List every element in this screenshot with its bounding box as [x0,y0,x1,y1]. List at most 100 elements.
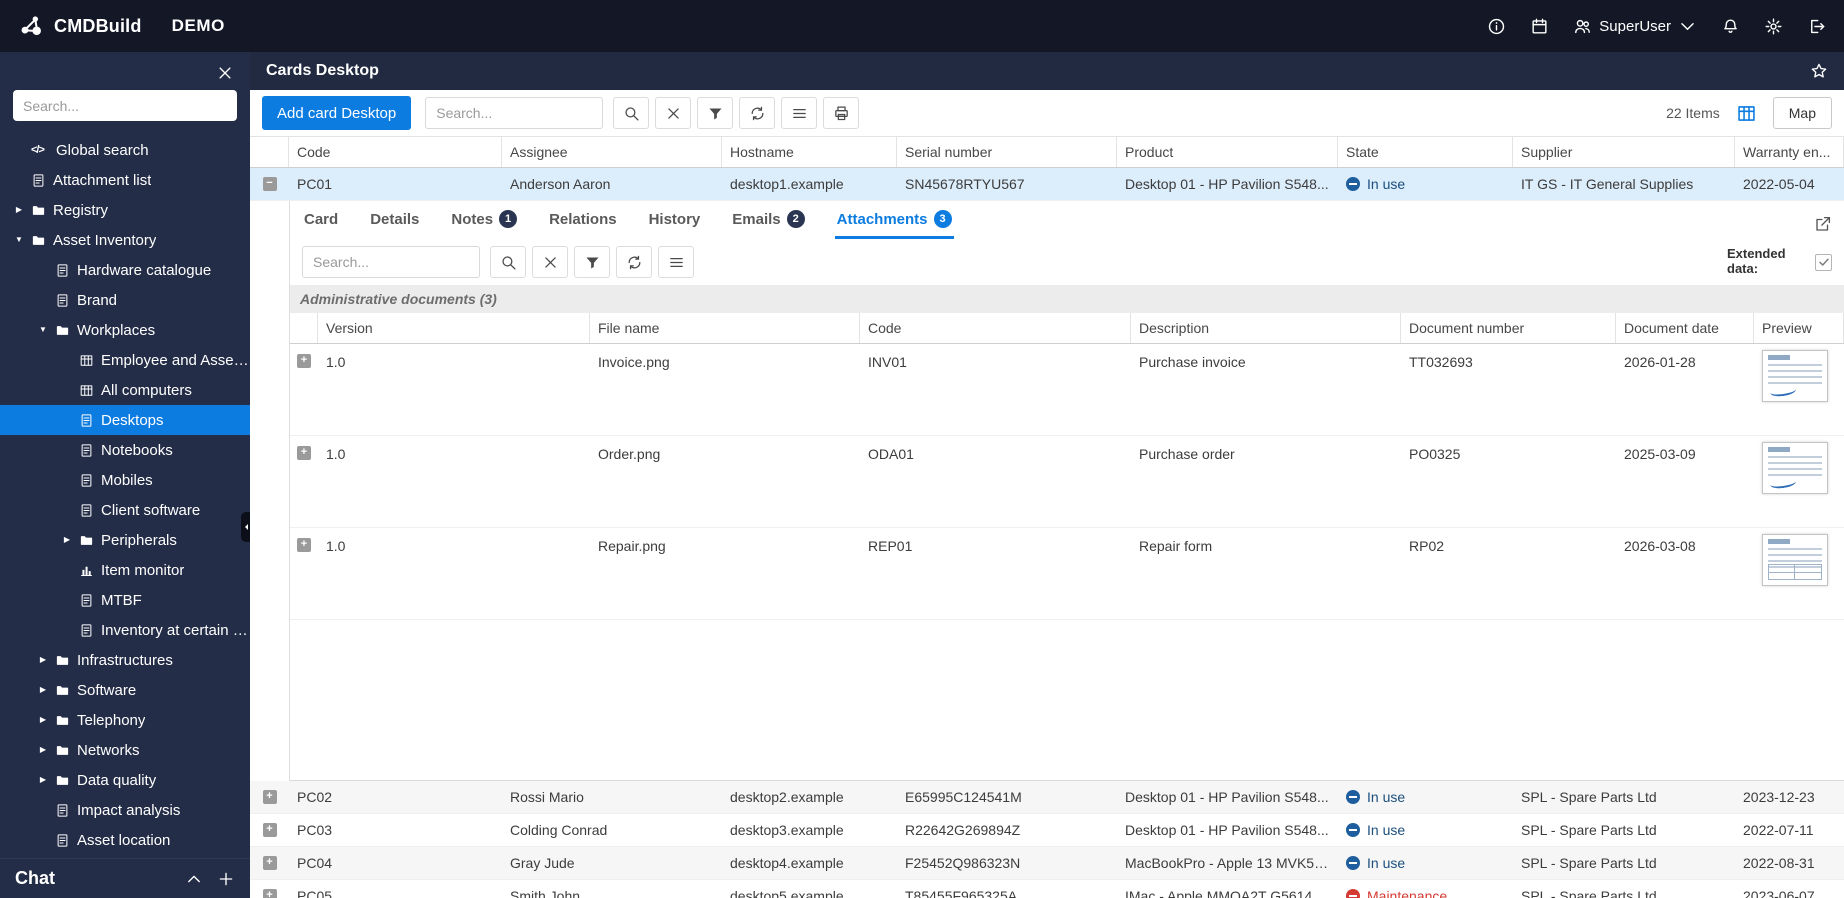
expand-row-icon[interactable]: + [262,856,277,870]
sidebar-item-notebooks[interactable]: Notebooks [0,435,250,465]
column-header-description[interactable]: Description [1131,313,1401,343]
column-header-version[interactable]: Version [318,313,590,343]
column-header-preview[interactable]: Preview [1754,313,1844,343]
column-header-document-number[interactable]: Document number [1401,313,1616,343]
tab-relations[interactable]: Relations [547,211,619,239]
attachment-row-invoice[interactable]: + 1.0 Invoice.png INV01 Purchase invoice… [290,344,1844,436]
table-row-pc05[interactable]: + PC05 Smith John desktop5.example T8545… [250,880,1844,898]
column-header-hostname[interactable]: Hostname [722,137,897,167]
settings-button[interactable] [1764,17,1783,36]
sidebar-item-registry[interactable]: ▶ Registry [0,195,250,225]
collapse-row-icon[interactable]: − [262,177,277,191]
attachments-search-button[interactable] [490,246,526,278]
filter-button[interactable] [697,97,734,129]
user-menu-button[interactable]: SuperUser [1573,17,1697,36]
refresh-button[interactable] [739,97,776,129]
sidebar-item-brand[interactable]: Brand [0,285,250,315]
chat-panel-header[interactable]: Chat [0,858,250,898]
column-header-serial[interactable]: Serial number [897,137,1117,167]
column-header-state[interactable]: State [1338,137,1513,167]
notifications-button[interactable] [1721,17,1740,36]
attachment-row-order[interactable]: + 1.0 Order.png ODA01 Purchase order PO0… [290,436,1844,528]
attachment-preview-thumbnail[interactable] [1762,350,1828,402]
print-button[interactable] [823,97,860,129]
tab-emails[interactable]: Emails 2 [730,210,806,239]
sidebar-item-desktops[interactable]: Desktops [0,405,250,435]
calendar-button[interactable] [1530,17,1549,36]
sidebar-item-data-quality[interactable]: ▶ Data quality [0,765,250,795]
sidebar-item-telephony[interactable]: ▶ Telephony [0,705,250,735]
clear-search-button[interactable] [655,97,692,129]
attachments-refresh-button[interactable] [616,246,652,278]
sidebar-item-client-software[interactable]: Client software [0,495,250,525]
chat-collapse-button[interactable] [185,870,203,888]
sidebar-search-input[interactable] [13,90,237,121]
sidebar-item-infrastructures[interactable]: ▶ Infrastructures [0,645,250,675]
column-header-code[interactable]: Code [289,137,502,167]
expand-row-icon[interactable]: + [262,823,277,837]
sidebar-item-global-search[interactable]: </> Global search [0,135,250,165]
column-header-file-name[interactable]: File name [590,313,860,343]
tab-notes[interactable]: Notes 1 [449,210,519,239]
grid-view-icon[interactable] [1736,103,1757,124]
table-row-pc01[interactable]: − PC01 Anderson Aaron desktop1.example S… [250,168,1844,201]
sidebar-item-networks[interactable]: ▶ Networks [0,735,250,765]
sidebar-item-attachment-list[interactable]: Attachment list [0,165,250,195]
folder-icon [55,773,70,788]
sidebar-close-button[interactable] [216,64,234,82]
attachments-menu-button[interactable] [658,246,694,278]
expand-attachment-icon[interactable]: + [297,538,311,552]
sidebar-item-mtbf[interactable]: MTBF [0,585,250,615]
table-row-pc03[interactable]: + PC03 Colding Conrad desktop3.example R… [250,814,1844,847]
open-in-new-window-icon[interactable] [1814,215,1832,233]
tab-details[interactable]: Details [368,211,421,239]
sidebar-item-workplaces[interactable]: ▼ Workplaces [0,315,250,345]
sidebar-item-asset-location[interactable]: Asset location [0,825,250,855]
document-icon [79,443,94,458]
sidebar-item-item-monitor[interactable]: Item monitor [0,555,250,585]
column-header-document-date[interactable]: Document date [1616,313,1754,343]
column-header-assignee[interactable]: Assignee [502,137,722,167]
sidebar-item-hardware-catalogue[interactable]: Hardware catalogue [0,255,250,285]
expand-row-icon[interactable]: + [262,790,277,804]
sidebar-item-mobiles[interactable]: Mobiles [0,465,250,495]
tab-history[interactable]: History [647,211,703,239]
table-row-pc02[interactable]: + PC02 Rossi Mario desktop2.example E659… [250,781,1844,814]
attachment-preview-thumbnail[interactable] [1762,442,1828,494]
chat-new-button[interactable] [217,870,235,888]
sidebar-collapse-handle[interactable] [241,512,250,542]
column-header-product[interactable]: Product [1117,137,1338,167]
add-card-button[interactable]: Add card Desktop [262,96,412,130]
column-header-warranty[interactable]: Warranty en... [1735,137,1844,167]
column-header-code[interactable]: Code [860,313,1131,343]
attachment-row-repair[interactable]: + 1.0 Repair.png REP01 Repair form RP02 … [290,528,1844,620]
sidebar-item-asset-inventory[interactable]: ▼ Asset Inventory [0,225,250,255]
sidebar-item-inventory-at-date[interactable]: Inventory at certain da... [0,615,250,645]
menu-button[interactable] [781,97,818,129]
hamburger-icon [791,105,808,122]
map-button[interactable]: Map [1772,97,1832,129]
attachment-preview-thumbnail[interactable] [1762,534,1828,586]
sidebar-item-employee-and-assets[interactable]: Employee and Assets i... [0,345,250,375]
sidebar-item-all-computers[interactable]: All computers [0,375,250,405]
search-button[interactable] [613,97,650,129]
extended-data-checkbox[interactable] [1815,253,1832,271]
table-row-pc04[interactable]: + PC04 Gray Jude desktop4.example F25452… [250,847,1844,880]
attachments-filter-button[interactable] [574,246,610,278]
column-header-supplier[interactable]: Supplier [1513,137,1735,167]
info-button[interactable] [1487,17,1506,36]
sidebar-item-impact-analysis[interactable]: Impact analysis [0,795,250,825]
expand-attachment-icon[interactable]: + [297,446,311,460]
tab-attachments[interactable]: Attachments 3 [834,210,954,239]
logout-button[interactable] [1807,17,1826,36]
favorite-star-icon[interactable] [1810,62,1828,80]
attachments-count-badge: 3 [933,210,952,228]
attachments-clear-search-button[interactable] [532,246,568,278]
sidebar-item-peripherals[interactable]: ▶ Peripherals [0,525,250,555]
sidebar-item-software[interactable]: ▶ Software [0,675,250,705]
attachments-search-input[interactable] [302,246,480,278]
tab-card[interactable]: Card [302,211,340,239]
expand-attachment-icon[interactable]: + [297,354,311,368]
expand-row-icon[interactable]: + [262,889,277,898]
cards-search-input[interactable] [425,97,604,129]
